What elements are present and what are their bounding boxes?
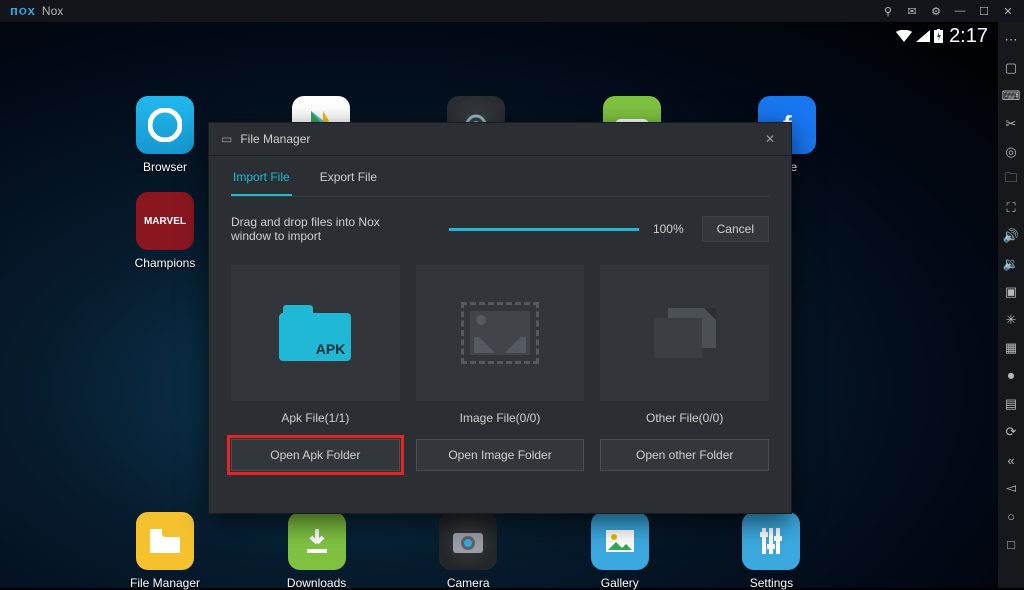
file-manager-dialog: ▭ File Manager ✕ Import File Export File… (208, 122, 792, 514)
card-other-label: Other File(0/0) (600, 401, 769, 425)
status-bar: 2:17 (0, 22, 998, 50)
download-icon (288, 512, 346, 570)
my-computer-icon[interactable]: 🗀 (998, 166, 1024, 194)
open-buttons: Open Apk Folder Open Image Folder Open o… (209, 425, 791, 471)
android-screen: 2:17 Browser f (0, 22, 998, 588)
apk-folder-icon: APK (279, 305, 351, 361)
dialog-title: File Manager (240, 132, 310, 146)
browser-icon (136, 96, 194, 154)
card-other[interactable] (600, 265, 769, 401)
champions-icon: MARVEL (136, 192, 194, 250)
home-icon[interactable]: ○ (998, 502, 1024, 530)
card-image[interactable] (416, 265, 585, 401)
recent-icon[interactable]: □ (998, 530, 1024, 558)
pin-icon[interactable]: ⚲ (878, 1, 898, 21)
nox-sidebar: ⋯ ▢ ⌨ ✂ ◎ 🗀 ⛶ 🔊 🔉 ▣ ✳ ▦ ⏺ ▤ ⟳ « ◅ ○ □ (998, 22, 1024, 588)
app-champions[interactable]: MARVEL Champions (120, 192, 210, 270)
scissors-icon[interactable]: ✂ (998, 110, 1024, 138)
screenshot-icon[interactable]: ▤ (998, 390, 1024, 418)
location-icon[interactable]: ◎ (998, 138, 1024, 166)
card-image-label: Image File(0/0) (416, 401, 585, 425)
keyboard-icon[interactable]: ⌨ (998, 82, 1024, 110)
battery-icon (934, 29, 943, 43)
drag-hint: Drag and drop files into Nox window to i… (231, 215, 423, 243)
app-camera[interactable]: Camera (423, 512, 513, 590)
tab-export-file[interactable]: Export File (318, 164, 379, 196)
dialog-header: ▭ File Manager ✕ (209, 123, 791, 156)
image-placeholder-icon (461, 302, 539, 364)
window-titlebar: ᴨ૦x Nox ⚲ ✉ ⚙ — ☐ ✕ (0, 0, 1024, 22)
minimize-button[interactable]: — (950, 1, 970, 21)
open-apk-folder-button[interactable]: Open Apk Folder (231, 439, 400, 471)
settings-gear-icon[interactable]: ⚙ (926, 1, 946, 21)
signal-icon (916, 30, 930, 42)
progress-percent: 100% (653, 222, 684, 236)
app-downloads[interactable]: Downloads (272, 512, 362, 590)
file-cards: APK (209, 251, 791, 401)
back-icon[interactable]: ◅ (998, 474, 1024, 502)
multi-instance-icon[interactable]: ▦ (998, 334, 1024, 362)
import-progress-row: Drag and drop files into Nox window to i… (209, 197, 791, 251)
apk-badge: APK (316, 341, 346, 357)
app-label: Champions (135, 256, 196, 270)
home-screen-extra: MARVEL Champions (120, 192, 210, 270)
dialog-tabs: Import File Export File (209, 156, 791, 196)
folder-icon (136, 512, 194, 570)
collapse-icon[interactable]: « (998, 446, 1024, 474)
dialog-close-button[interactable]: ✕ (761, 128, 779, 150)
open-image-folder-button[interactable]: Open Image Folder (416, 439, 585, 471)
record-icon[interactable]: ⏺ (998, 362, 1024, 390)
card-labels: Apk File(1/1) Image File(0/0) Other File… (209, 401, 791, 425)
camera-icon (439, 512, 497, 570)
loading-icon[interactable]: ✳ (998, 306, 1024, 334)
mail-icon[interactable]: ✉ (902, 1, 922, 21)
gallery-icon (591, 512, 649, 570)
apk-install-icon[interactable]: ▣ (998, 278, 1024, 306)
shake-icon[interactable]: ▢ (998, 54, 1024, 82)
volume-up-icon[interactable]: 🔊 (998, 222, 1024, 250)
home-screen-row2: File Manager Downloads Camera Gallery Se… (120, 512, 878, 590)
maximize-button[interactable]: ☐ (974, 1, 994, 21)
volume-down-icon[interactable]: 🔉 (998, 250, 1024, 278)
app-gallery[interactable]: Gallery (575, 512, 665, 590)
nox-logo: ᴨ૦x (10, 3, 36, 19)
app-label: Browser (143, 160, 187, 174)
fullscreen-icon[interactable]: ⛶ (998, 194, 1024, 222)
open-other-folder-button[interactable]: Open other Folder (600, 439, 769, 471)
close-window-button[interactable]: ✕ (998, 1, 1018, 21)
app-browser[interactable]: Browser (120, 96, 210, 174)
window-title: Nox (42, 4, 63, 18)
app-file-manager[interactable]: File Manager (120, 512, 210, 590)
tab-import-file[interactable]: Import File (231, 164, 292, 196)
card-apk[interactable]: APK (231, 265, 400, 401)
cancel-button[interactable]: Cancel (702, 216, 769, 242)
window-icon: ▭ (221, 132, 232, 146)
file-stack-icon (654, 308, 716, 358)
wifi-icon (896, 30, 912, 42)
sliders-icon (742, 512, 800, 570)
more-icon[interactable]: ⋯ (998, 26, 1024, 54)
card-apk-label: Apk File(1/1) (231, 401, 400, 425)
import-progress-bar (449, 228, 639, 231)
clock: 2:17 (949, 25, 988, 48)
rotate-icon[interactable]: ⟳ (998, 418, 1024, 446)
app-settings[interactable]: Settings (726, 512, 816, 590)
